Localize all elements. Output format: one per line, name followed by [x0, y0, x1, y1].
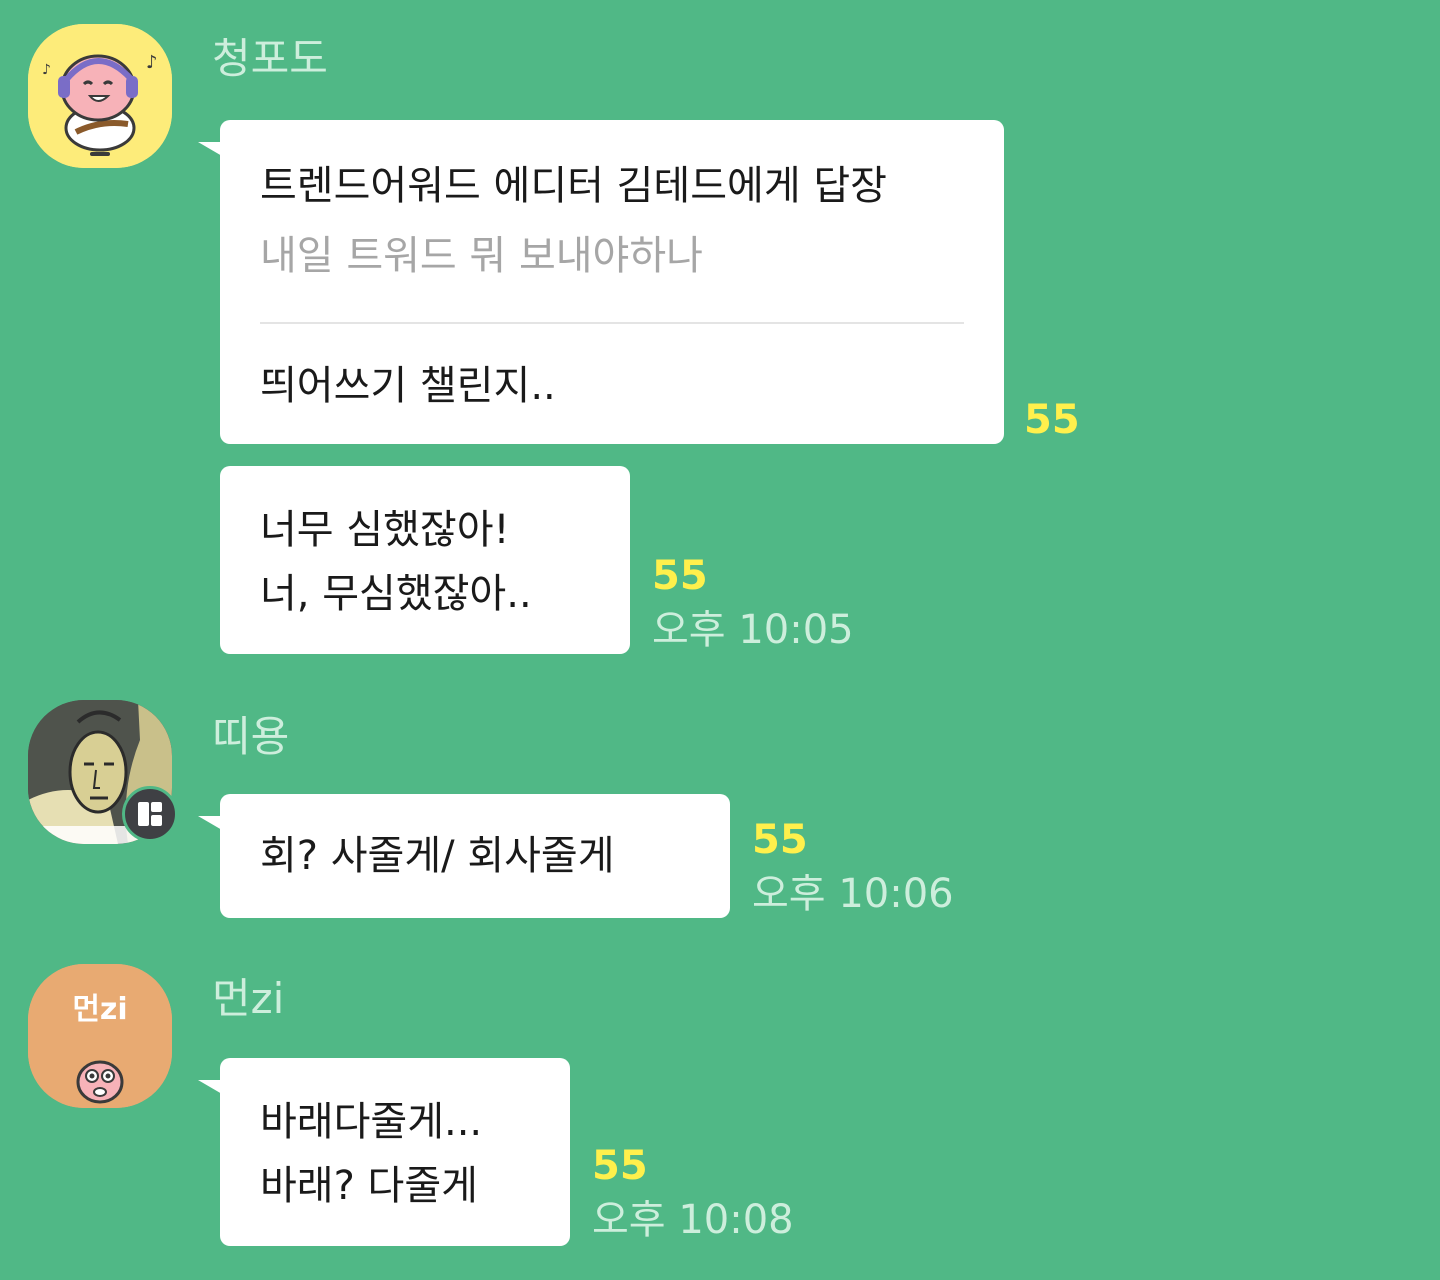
avatar-cheongpodo[interactable]: ♪ ♪	[28, 24, 172, 168]
message-timestamp: 오후 10:06	[752, 871, 954, 917]
message-text-line: 바래다줄게...	[260, 1099, 483, 1145]
message-text-line: 너, 무심했잖아..	[260, 571, 532, 617]
message-text-line: 너무 심했잖아!	[260, 507, 510, 553]
unread-count: 55	[752, 817, 808, 863]
sender-name: 띠용	[212, 712, 290, 761]
reply-message-bubble[interactable]: 트렌드어워드 에디터 김테드에게 답장 내일 트워드 뭐 보내야하나 띄어쓰기 …	[198, 120, 1004, 444]
message-bubble[interactable]: 바래다줄게... 바래? 다줄게	[198, 1058, 570, 1246]
avatar-meonzi[interactable]: 먼zi	[28, 964, 172, 1108]
bubble-tail	[198, 816, 222, 830]
message-text-line: 바래? 다줄게	[260, 1163, 478, 1209]
svg-text:♪: ♪	[146, 52, 158, 73]
svg-text:♪: ♪	[42, 62, 51, 78]
meonzi-character-icon	[28, 964, 172, 1108]
unread-count: 55	[1024, 397, 1080, 443]
bubble-tail	[198, 142, 222, 156]
sender-name: 청포도	[212, 34, 328, 83]
message-bubble[interactable]: 회? 사줄게/ 회사줄게	[198, 794, 730, 918]
quoted-message[interactable]: 트렌드어워드 에디터 김테드에게 답장 내일 트워드 뭐 보내야하나	[260, 154, 887, 288]
message-timestamp: 오후 10:08	[592, 1197, 794, 1243]
message-text: 회? 사줄게/ 회사줄게	[260, 833, 615, 879]
quote-divider	[260, 322, 964, 324]
message-timestamp: 오후 10:05	[652, 607, 854, 653]
sender-name: 먼zi	[212, 974, 285, 1023]
message-text: 띄어쓰기 챌린지..	[260, 363, 556, 409]
open-chat-icon	[138, 802, 162, 826]
cheongpodo-character-icon: ♪ ♪	[28, 24, 172, 168]
quote-text: 내일 트워드 뭐 보내야하나	[260, 233, 703, 279]
unread-count: 55	[652, 553, 708, 599]
avatar-label: 먼zi	[72, 992, 128, 1027]
quote-title: 트렌드어워드 에디터 김테드에게 답장	[260, 163, 887, 209]
message-bubble[interactable]: 너무 심했잖아! 너, 무심했잖아..	[220, 466, 630, 654]
open-chat-badge	[122, 786, 178, 842]
bubble-tail	[198, 1080, 222, 1094]
unread-count: 55	[592, 1143, 648, 1189]
